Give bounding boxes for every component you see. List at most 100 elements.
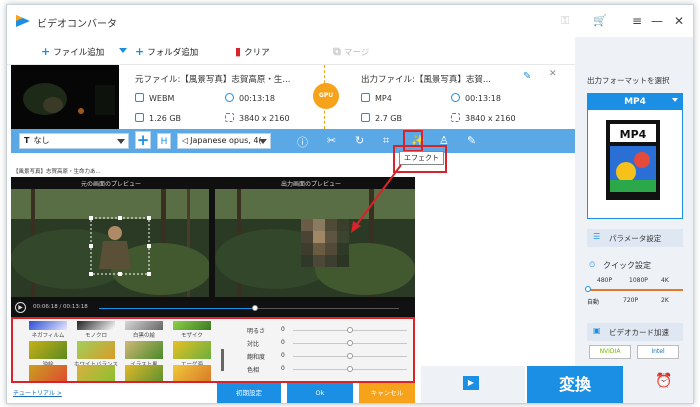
key-icon[interactable]: ⚿ bbox=[561, 14, 569, 28]
menu-icon[interactable]: ≡ bbox=[627, 11, 647, 31]
reset-button[interactable]: 初期設定 bbox=[217, 383, 281, 403]
subtitle-edit-icon[interactable]: ✎ bbox=[467, 134, 476, 147]
output-folder-area: ▶ bbox=[421, 366, 525, 403]
play-icon[interactable]: ▶ bbox=[15, 302, 26, 313]
source-size-value: 1.26 GB bbox=[149, 114, 182, 123]
clear-label: クリア bbox=[244, 48, 270, 58]
subtitle-select[interactable]: T なし bbox=[19, 133, 129, 149]
hardsub-icon[interactable]: H bbox=[157, 133, 171, 149]
ok-button[interactable]: Ok bbox=[287, 383, 353, 403]
cancel-button[interactable]: キャンセル bbox=[359, 383, 415, 403]
parameter-settings-button[interactable]: ☰ パラメータ設定 bbox=[587, 229, 683, 247]
seek-progress bbox=[99, 308, 255, 309]
alarm-clock-icon[interactable]: ⏰ bbox=[655, 373, 672, 389]
remove-file-icon[interactable]: ✕ bbox=[549, 69, 557, 79]
merge-button[interactable]: ⧉ マージ bbox=[333, 45, 369, 59]
app-window: ビデオコンバータ ⚿ 🛒 ≡ — ✕ + ファイル追加 + フォルダ追加 ▮ クリア … bbox=[6, 4, 694, 404]
resolution-label: 自動 bbox=[587, 299, 600, 306]
output-duration: 00:13:18 bbox=[451, 93, 501, 103]
quality-slider-track[interactable] bbox=[587, 289, 683, 291]
thumbnail-image bbox=[11, 65, 119, 129]
gpu-acceleration-label: ビデオカード加速 bbox=[609, 328, 669, 337]
add-file-button[interactable]: + ファイル追加 bbox=[41, 45, 104, 58]
output-folder-icon[interactable]: ▶ bbox=[463, 376, 479, 390]
folder-icon bbox=[361, 113, 370, 122]
speaker-icon: ◁ bbox=[182, 136, 189, 145]
video-thumbnail[interactable] bbox=[11, 65, 119, 129]
svg-text:MP4: MP4 bbox=[620, 128, 647, 141]
resolution-icon bbox=[225, 113, 234, 122]
add-file-dropdown-icon[interactable] bbox=[119, 48, 127, 53]
annotation-arrow bbox=[351, 164, 402, 233]
right-panel: 出力フォーマットを選択 MP4 MP4 ☰ パラメータ設定 ⏲ クイック設定 ▣ bbox=[575, 37, 693, 403]
chevron-down-icon bbox=[117, 139, 125, 144]
add-folder-button[interactable]: + フォルダ追加 bbox=[135, 45, 198, 58]
text-icon: T bbox=[24, 136, 30, 145]
effects-panel-highlight bbox=[11, 317, 415, 383]
source-resolution: 3840 x 2160 bbox=[225, 113, 290, 123]
crop-icon[interactable]: ⌗ bbox=[383, 134, 389, 148]
source-format-value: WEBM bbox=[149, 94, 175, 103]
merge-icon: ⧉ bbox=[333, 45, 341, 58]
format-icon bbox=[361, 93, 370, 102]
gpu-icon: GPU bbox=[313, 83, 339, 109]
format-name: MP4 bbox=[588, 94, 682, 110]
original-preview[interactable] bbox=[11, 189, 209, 297]
audio-track-select[interactable]: ◁ Japanese opus, 4( bbox=[177, 133, 271, 149]
mp4-file-icon: MP4 bbox=[606, 120, 660, 200]
folder-icon bbox=[135, 113, 144, 122]
resolution-label: 480P bbox=[597, 277, 613, 284]
select-format-label: 出力フォーマットを選択 bbox=[587, 76, 670, 85]
source-resolution-value: 3840 x 2160 bbox=[239, 114, 290, 123]
convert-button[interactable]: 変換 bbox=[527, 366, 623, 403]
output-duration-value: 00:13:18 bbox=[465, 94, 501, 103]
trash-icon: ▮ bbox=[235, 45, 242, 58]
speed-icon: ⏲ bbox=[589, 260, 596, 269]
edit-filename-icon[interactable]: ✎ bbox=[523, 71, 531, 82]
playback-bar: ▶ 00:06:18 / 00:13:18 bbox=[11, 301, 415, 315]
seek-handle[interactable] bbox=[252, 305, 258, 311]
resolution-label: 720P bbox=[623, 297, 639, 304]
chevron-down-icon bbox=[259, 139, 267, 144]
info-icon[interactable]: ⓘ bbox=[297, 134, 308, 150]
source-format: WEBM bbox=[135, 93, 174, 103]
rotate-icon[interactable]: ↻ bbox=[355, 134, 364, 147]
format-card[interactable]: MP4 MP4 bbox=[587, 93, 683, 219]
preview-file-label: 【風景写真】志賀高原・生命力あ... bbox=[13, 169, 101, 175]
gpu-acceleration-button[interactable]: ▣ ビデオカード加速 bbox=[587, 323, 683, 341]
original-preview-title: 元の画面のプレビュー bbox=[81, 181, 142, 188]
close-icon[interactable]: ✕ bbox=[669, 11, 689, 31]
resolution-label: 4K bbox=[661, 277, 669, 284]
file-info-row: 元ファイル:【風景写真】志賀高原・生... WEBM 00:13:18 1.26… bbox=[11, 65, 575, 129]
cart-icon[interactable]: 🛒 bbox=[593, 14, 607, 27]
sliders-icon: ☰ bbox=[593, 232, 601, 241]
output-size-value: 2.7 GB bbox=[375, 114, 402, 123]
quality-slider-handle[interactable] bbox=[585, 286, 591, 292]
original-preview-image bbox=[11, 189, 209, 297]
add-subtitle-button[interactable]: + bbox=[135, 131, 151, 149]
clock-icon bbox=[451, 93, 460, 102]
gpu-card-icon: ▣ bbox=[593, 326, 601, 335]
output-resolution-value: 3840 x 2160 bbox=[465, 114, 516, 123]
source-duration: 00:13:18 bbox=[225, 93, 275, 103]
resolution-icon bbox=[451, 113, 460, 122]
format-dropdown-icon[interactable] bbox=[672, 98, 678, 102]
output-resolution: 3840 x 2160 bbox=[451, 113, 516, 123]
parameter-settings-label: パラメータ設定 bbox=[609, 234, 662, 243]
main-toolbar: + ファイル追加 + フォルダ追加 ▮ クリア ⧉ マージ bbox=[7, 37, 575, 65]
output-size: 2.7 GB bbox=[361, 113, 402, 123]
app-title: ビデオコンバータ bbox=[37, 19, 117, 30]
nvidia-badge[interactable]: NVIDIA bbox=[589, 345, 631, 359]
plus-icon: + bbox=[41, 45, 51, 58]
titlebar: ビデオコンバータ ⚿ 🛒 ≡ — ✕ bbox=[7, 5, 693, 37]
output-file-label: 出力ファイル:【風景写真】志賀... bbox=[361, 75, 491, 85]
cut-icon[interactable]: ✂ bbox=[327, 134, 336, 147]
tutorial-link[interactable]: チュートリアル > bbox=[13, 388, 62, 397]
intel-badge[interactable]: Intel bbox=[637, 345, 679, 359]
output-format-value: MP4 bbox=[375, 94, 392, 103]
audio-track-value: Japanese opus, 4( bbox=[190, 136, 262, 145]
clock-icon bbox=[225, 93, 234, 102]
clear-button[interactable]: ▮ クリア bbox=[235, 45, 270, 58]
source-size: 1.26 GB bbox=[135, 113, 181, 123]
minimize-icon[interactable]: — bbox=[647, 11, 667, 31]
